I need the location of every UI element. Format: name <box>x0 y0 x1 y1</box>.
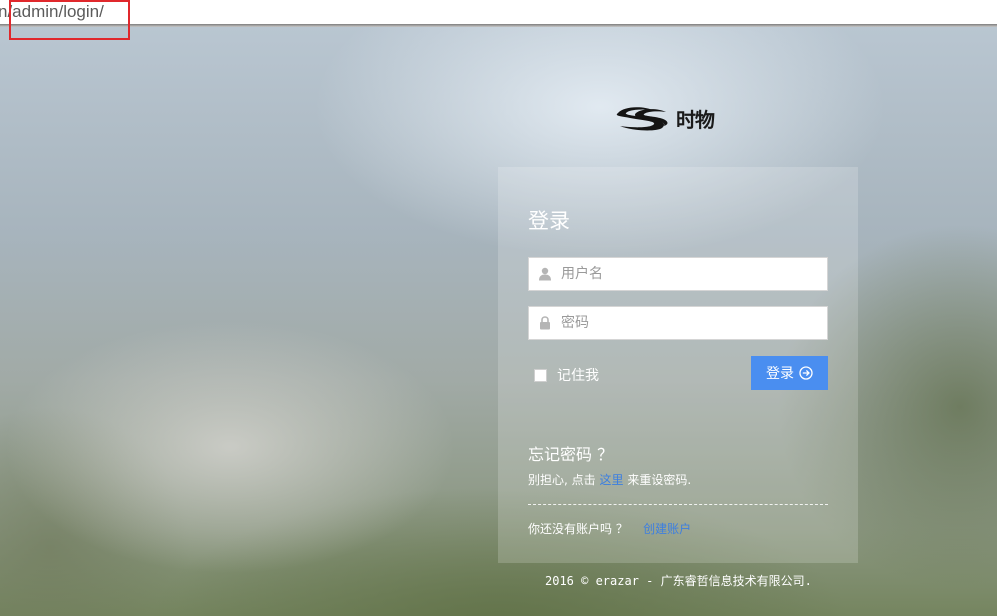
username-input[interactable] <box>561 259 821 289</box>
reset-password-link[interactable]: 这里 <box>599 473 623 487</box>
brand-name: 时物 <box>676 107 715 132</box>
login-page: n/admin/login/ 时物 登录 用户名 记住我 登录 忘记密码 ？ 别… <box>0 0 997 616</box>
password-input[interactable] <box>561 308 821 338</box>
password-field[interactable] <box>528 306 828 340</box>
login-title: 登录 <box>528 209 570 233</box>
login-button-label: 登录 <box>766 366 794 382</box>
copyright-footer: 2016 © erazar - 广东睿哲信息技术有限公司. <box>545 574 812 588</box>
user-icon <box>529 258 561 290</box>
circle-arrow-right-icon <box>799 366 813 380</box>
create-account-link[interactable]: 创建账户 <box>643 522 691 536</box>
brand-logo: 时物 <box>614 100 730 136</box>
remember-me[interactable]: 记住我 <box>534 365 599 385</box>
lock-icon <box>529 307 561 339</box>
register-prompt: 你还没有账户吗 ？ 创建账户 <box>528 520 691 537</box>
login-card: 登录 记住我 登录 <box>498 167 858 563</box>
browser-address-bar[interactable]: n/admin/login/ <box>0 0 997 25</box>
forgot-text-after: 来重设密码. <box>627 473 692 487</box>
forgot-password-text: 别担心, 点击 这里 来重设密码. <box>528 471 691 488</box>
forgot-password-title: 忘记密码 ？ <box>528 445 614 464</box>
url-highlight-box <box>9 0 130 40</box>
address-bar-edge <box>0 24 997 27</box>
remember-checkbox[interactable] <box>534 368 547 382</box>
username-field[interactable] <box>528 257 828 291</box>
register-question: 你还没有账户吗 ？ <box>528 522 628 536</box>
remember-label: 记住我 <box>557 368 599 384</box>
dashed-divider <box>528 504 828 505</box>
forgot-text-before: 别担心, 点击 <box>528 473 596 487</box>
login-button[interactable]: 登录 <box>751 356 828 390</box>
ss-swoosh-logo-icon <box>616 107 668 131</box>
